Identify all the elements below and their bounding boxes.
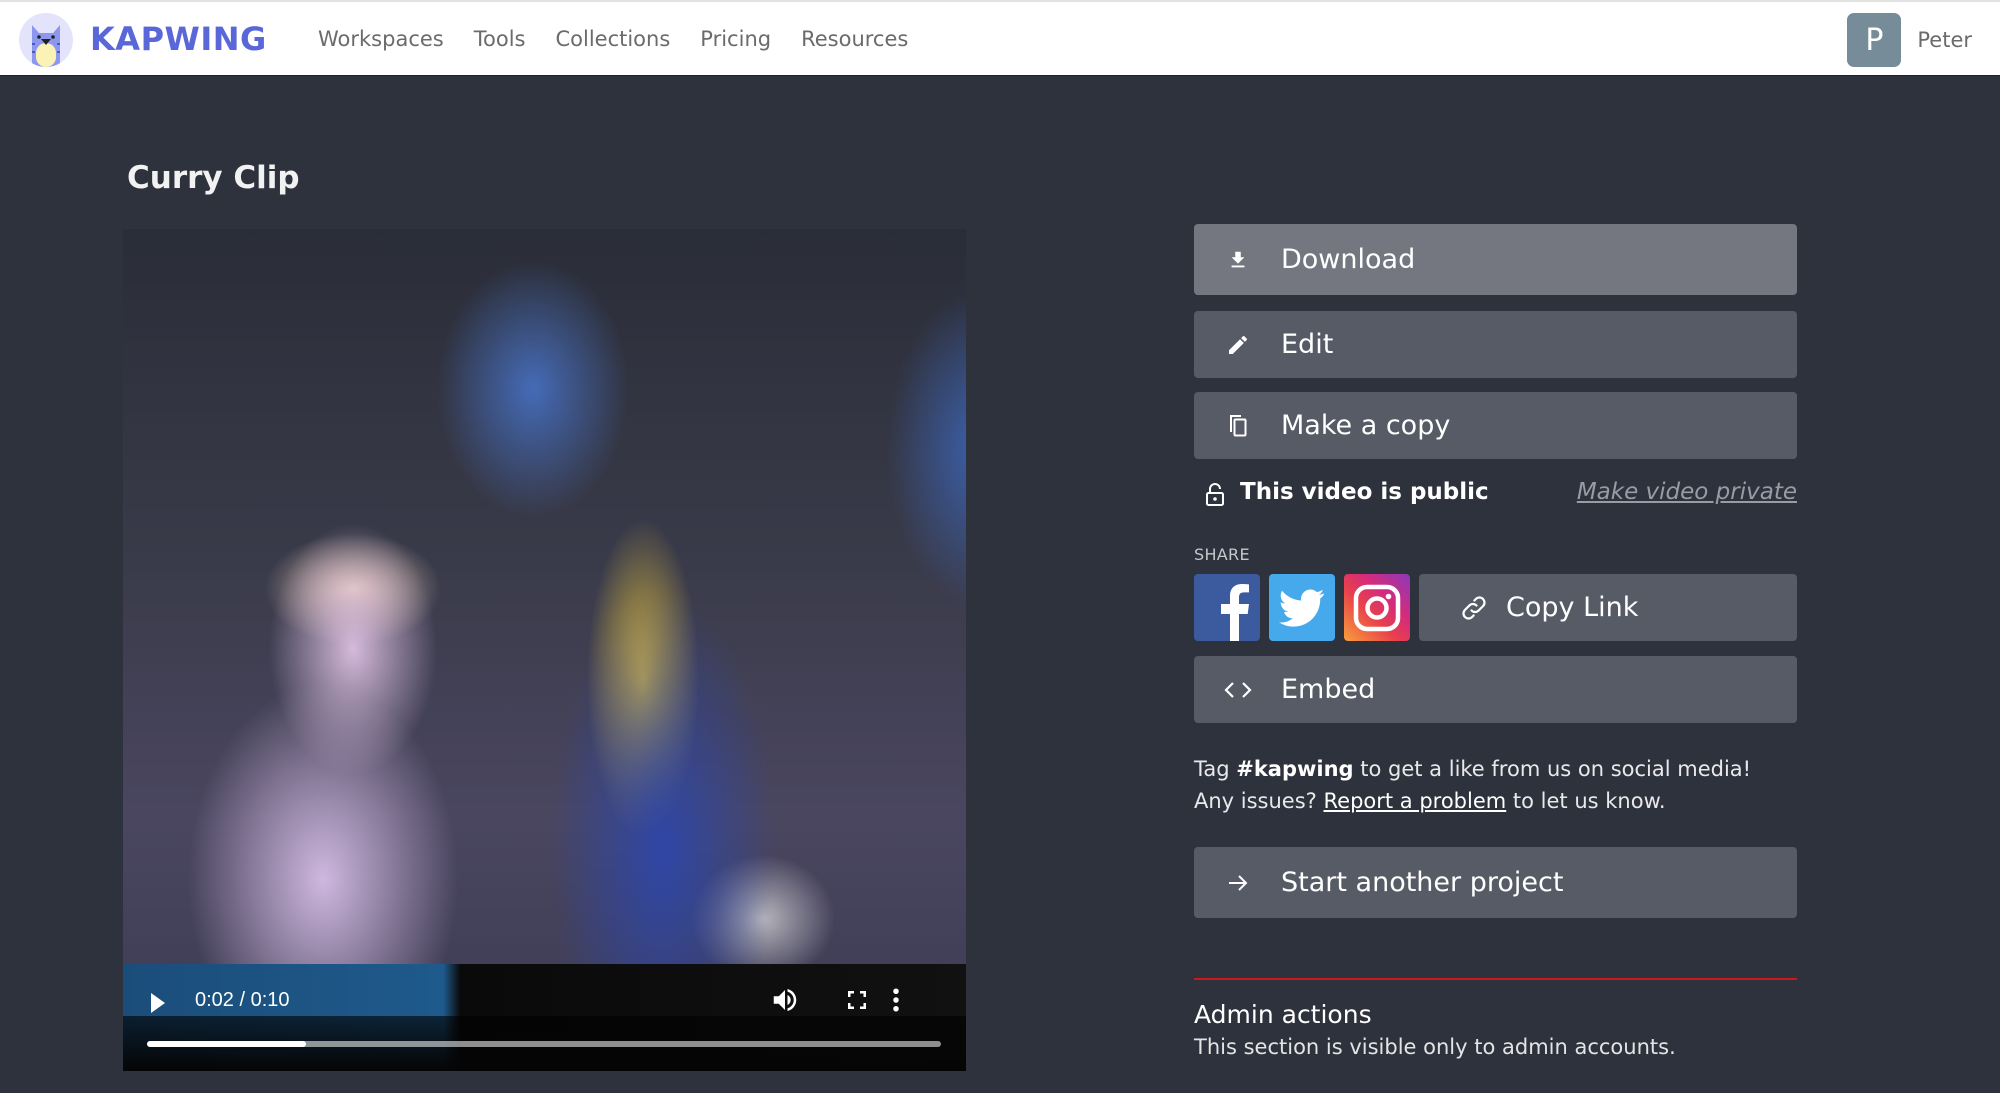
cat-logo-icon	[32, 25, 60, 67]
video-time: 0:02 / 0:10	[195, 989, 290, 1011]
download-label: Download	[1281, 244, 1416, 275]
instagram-icon	[1353, 584, 1401, 631]
more-vertical-icon[interactable]	[891, 985, 901, 1015]
hashtag: #kapwing	[1236, 757, 1354, 781]
pencil-icon	[1224, 331, 1252, 359]
copy-link-button[interactable]: Copy Link	[1419, 574, 1797, 641]
video-frame	[123, 229, 966, 1071]
unlock-icon	[1206, 483, 1224, 506]
video-progress-bar[interactable]	[147, 1041, 941, 1047]
code-icon	[1224, 676, 1252, 704]
embed-label: Embed	[1281, 674, 1376, 705]
facebook-share-button[interactable]	[1194, 574, 1260, 641]
copy-link-label: Copy Link	[1506, 592, 1639, 623]
edit-button[interactable]: Edit	[1194, 311, 1797, 378]
admin-divider	[1194, 978, 1797, 980]
arrow-right-icon	[1224, 869, 1252, 897]
privacy-row: This video is public Make video private	[1194, 467, 1797, 523]
top-navbar: KAPWING Workspaces Tools Collections Pri…	[0, 0, 2000, 76]
username[interactable]: Peter	[1917, 28, 1972, 52]
social-tag-text: Tag #kapwing to get a like from us on so…	[1194, 753, 1797, 817]
main-nav: Workspaces Tools Collections Pricing Res…	[318, 27, 908, 51]
video-player[interactable]: 0:02 / 0:10	[123, 229, 966, 1071]
user-menu[interactable]: P Peter	[1847, 13, 1972, 67]
video-controls: 0:02 / 0:10	[123, 969, 966, 1069]
share-row: Copy Link	[1194, 574, 1797, 641]
download-icon	[1224, 246, 1252, 274]
instagram-share-button[interactable]	[1344, 574, 1410, 641]
privacy-status: This video is public	[1240, 479, 1489, 505]
embed-button[interactable]: Embed	[1194, 656, 1797, 723]
start-another-project-button[interactable]: Start another project	[1194, 847, 1797, 918]
nav-workspaces[interactable]: Workspaces	[318, 27, 444, 51]
tag-text-suffix: to let us know.	[1506, 789, 1666, 813]
report-problem-link[interactable]: Report a problem	[1324, 789, 1507, 813]
link-icon	[1462, 595, 1486, 620]
copy-icon	[1224, 412, 1252, 440]
admin-actions-subtitle: This section is visible only to admin ac…	[1194, 1035, 1676, 1059]
make-private-link[interactable]: Make video private	[1577, 479, 1797, 505]
nav-pricing[interactable]: Pricing	[700, 27, 771, 51]
nav-resources[interactable]: Resources	[801, 27, 908, 51]
start-another-label: Start another project	[1281, 867, 1564, 898]
twitter-icon	[1279, 588, 1325, 627]
tag-text-prefix: Tag	[1194, 757, 1237, 781]
play-icon[interactable]	[151, 993, 165, 1013]
nav-tools[interactable]: Tools	[474, 27, 526, 51]
make-copy-label: Make a copy	[1281, 410, 1451, 441]
fullscreen-icon[interactable]	[845, 988, 869, 1012]
nav-collections[interactable]: Collections	[555, 27, 670, 51]
kapwing-logo[interactable]	[19, 13, 73, 67]
download-button[interactable]: Download	[1194, 224, 1797, 295]
twitter-share-button[interactable]	[1269, 574, 1335, 641]
share-label: SHARE	[1194, 545, 1250, 564]
volume-icon[interactable]	[770, 985, 800, 1015]
admin-actions-title: Admin actions	[1194, 1000, 1372, 1029]
facebook-icon	[1221, 584, 1249, 641]
video-progress-fill	[147, 1041, 306, 1047]
page-title: Curry Clip	[127, 160, 300, 196]
make-copy-button[interactable]: Make a copy	[1194, 392, 1797, 459]
brand-name[interactable]: KAPWING	[90, 20, 267, 58]
action-panel: Download Edit Make a copy This video is …	[1194, 224, 1797, 1059]
avatar[interactable]: P	[1847, 13, 1902, 67]
edit-label: Edit	[1281, 329, 1334, 360]
